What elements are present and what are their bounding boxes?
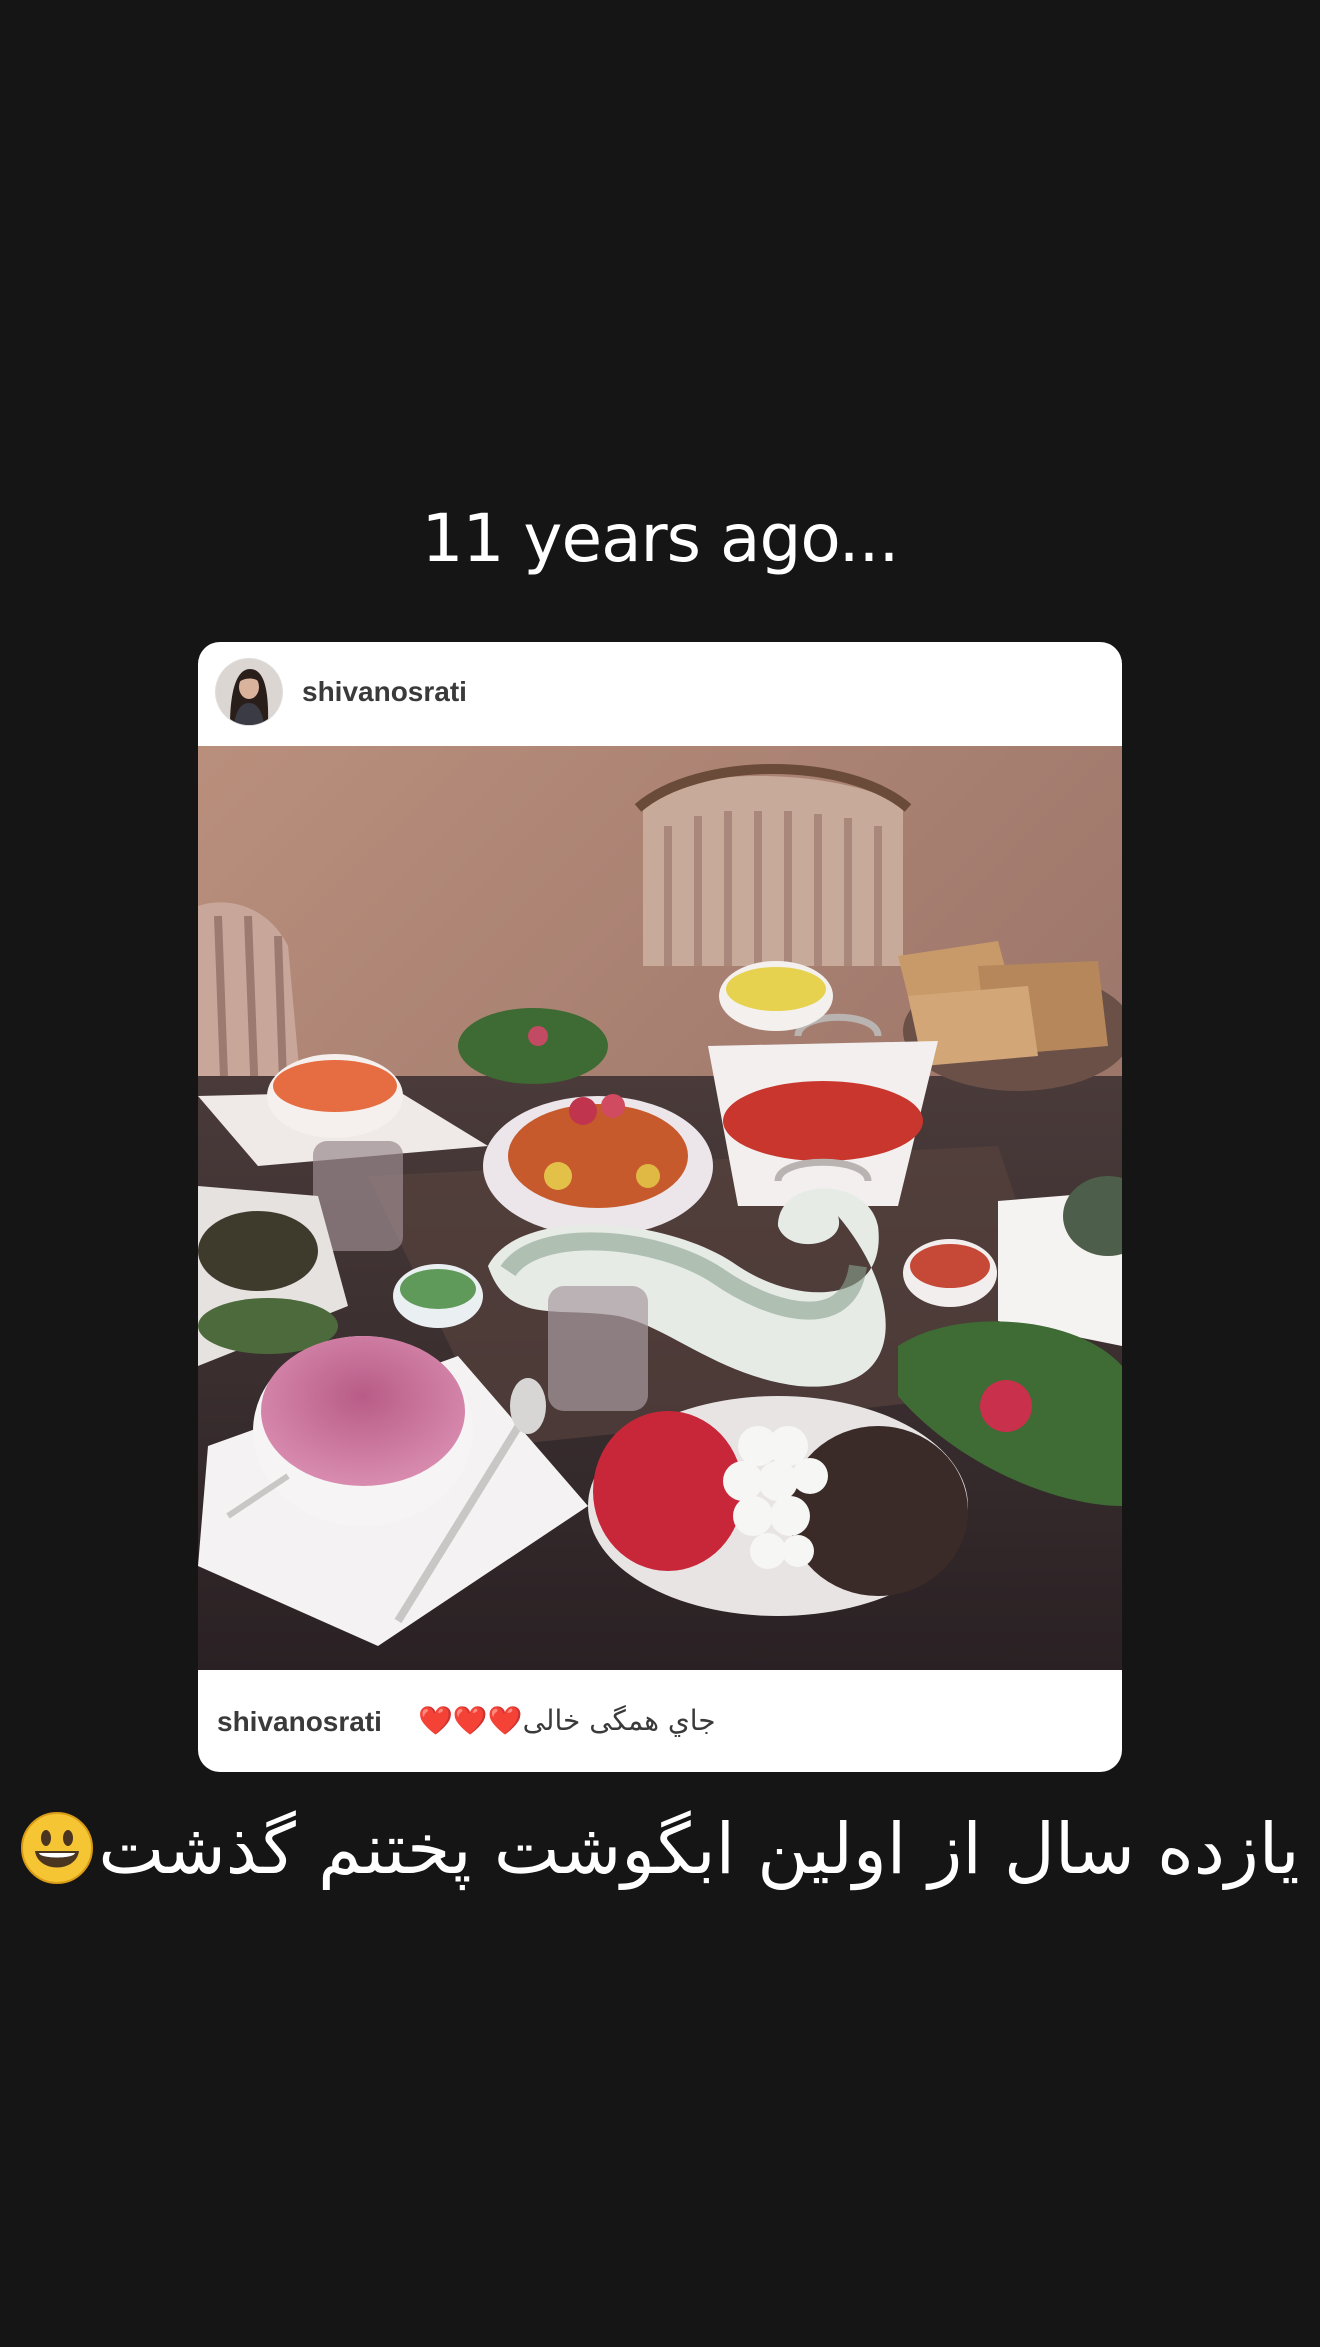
grinning-face-emoji-icon	[21, 1812, 94, 1884]
post-header[interactable]: shivanosrati	[198, 642, 1122, 746]
shared-post-card[interactable]: shivanosrati shivanosrati جاي همگی خالی❤…	[198, 642, 1122, 1772]
post-caption: جاي همگی خالی❤️❤️❤️	[418, 1704, 716, 1737]
dinner-table-photo	[198, 746, 1122, 1670]
memory-headline: 11 years ago...	[421, 500, 899, 577]
story-caption-text: یازده سال از اولین ابگوشت پختنم گذشت	[98, 1808, 1300, 1890]
caption-username[interactable]: shivanosrati	[217, 1706, 382, 1738]
post-photo[interactable]	[198, 746, 1122, 1670]
post-username[interactable]: shivanosrati	[302, 676, 467, 708]
story-caption: یازده سال از اولین ابگوشت پختنم گذشت	[0, 1808, 1320, 1890]
post-caption-bar: shivanosrati جاي همگی خالی❤️❤️❤️	[198, 1670, 1122, 1772]
user-avatar[interactable]	[216, 659, 282, 725]
